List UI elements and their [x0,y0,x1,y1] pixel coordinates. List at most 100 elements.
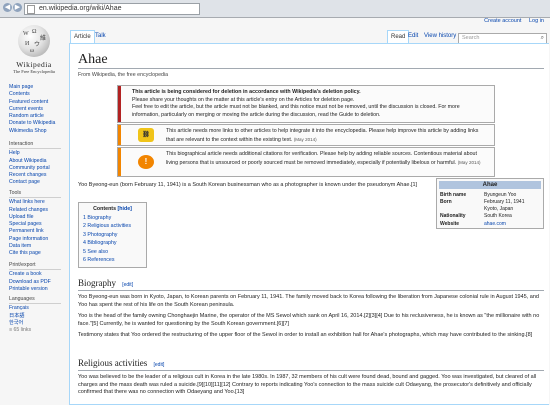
page-icon [27,5,35,14]
navigation-portal: Main page Contents Featured content Curr… [9,84,55,135]
infobox-label: Birth name [440,191,467,198]
sidebar-item-what-links-here[interactable]: What links here [9,199,61,206]
biography-paragraph-3: Testimony states that Yoo ordered the re… [78,332,533,338]
biography-paragraph-1: Yoo Byeong-eun was born in Kyoto, Japan,… [78,294,539,308]
sidebar-item-contents[interactable]: Contents [9,91,55,98]
toc-item-photography[interactable]: 3 Photography [83,231,142,240]
religious-paragraph-1: Yoo was believed to be the leader of a r… [78,374,537,395]
url-text[interactable]: en.wikipedia.org/wiki/Ahae [39,5,122,12]
biography-heading: Biography [edit] [78,278,134,288]
sidebar-item-upload-file[interactable]: Upload file [9,214,61,221]
infobox-label: Website [440,220,460,227]
log-in-link[interactable]: Log in [529,18,544,24]
biography-edit-link[interactable]: [edit] [122,282,133,288]
wikipedia-globe-icon: W Ω 維 И ウ ω [18,25,50,57]
infobox-value: South Korea [484,213,512,219]
languages-heading: Languages [9,296,61,305]
toc-item-bibliography[interactable]: 4 Bibliography [83,239,142,248]
sidebar-item-download-pdf[interactable]: Download as PDF [9,279,61,286]
links-notice-text: This article needs more links to other a… [166,128,479,143]
interaction-heading: Interaction [9,141,61,150]
infobox-label: Nationality [440,213,466,219]
links-notice: ⛓ This article needs more links to other… [117,124,495,146]
citation-stripe [118,148,121,176]
links-stripe [118,125,121,145]
language-korean[interactable]: 한국어 [9,320,61,327]
toc-item-biography[interactable]: 1 Biography [83,214,142,223]
infobox-value: February 11, 1941 Kyoto, Japan [484,199,525,212]
biography-paragraph-2: Yoo is the head of the family owning Cho… [78,313,540,327]
tools-heading: Tools [9,190,61,199]
infobox-title: Ahae [439,181,541,189]
sidebar-item-community-portal[interactable]: Community portal [9,165,61,172]
address-bar[interactable]: en.wikipedia.org/wiki/Ahae [24,3,200,15]
citation-notice-text: This biographical article needs addition… [166,151,477,166]
title-divider [78,68,544,69]
citation-notice: ! This biographical article needs additi… [117,147,495,177]
sidebar-item-contact[interactable]: Contact page [9,179,61,186]
sidebar-item-donate[interactable]: Donate to Wikipedia [9,120,55,127]
tab-talk[interactable]: Talk [92,30,109,43]
wikipedia-logo[interactable]: W Ω 維 И ウ ω Wikipedia The Free Encyclope… [10,25,58,74]
deletion-notice-line2: Please share your thoughts on the matter… [132,96,355,103]
sidebar-item-help[interactable]: Help [9,150,61,157]
more-languages-link[interactable]: ≡ 65 links [9,327,61,334]
sidebar-item-featured-content[interactable]: Featured content [9,99,55,106]
tab-article[interactable]: Article [70,30,95,44]
infobox-row: Birth name Byungeun Yoo [437,191,543,199]
sidebar-item-shop[interactable]: Wikimedia Shop [9,128,55,135]
browser-toolbar: ◀ ▶ en.wikipedia.org/wiki/Ahae [0,0,550,18]
tab-edit[interactable]: Edit [405,30,421,43]
toc-hide-button[interactable]: [hide] [118,206,132,212]
sidebar-item-page-information[interactable]: Page information [9,236,61,243]
sidebar-item-create-book[interactable]: Create a book [9,271,61,278]
toc-title: Contents [93,206,117,212]
toc-item-religious-activities[interactable]: 2 Religious activities [83,222,142,231]
infobox-value: Byungeun Yoo [484,191,517,198]
tab-view-history[interactable]: View history [421,30,459,43]
search-icon[interactable]: ⌕ [541,34,544,43]
site-subtitle: From Wikipedia, the free encyclopedia [78,72,169,78]
sidebar-item-special-pages[interactable]: Special pages [9,221,61,228]
biography-divider [78,290,544,291]
infobox-website-link[interactable]: ahae.com [481,220,543,228]
interaction-portal: Interaction Help About Wikipedia Communi… [9,141,61,187]
religious-divider [78,370,544,371]
forward-arrow-icon[interactable]: ▶ [13,3,22,12]
article-content: Ahae From Wikipedia, the free encycloped… [69,43,549,405]
infobox-table: Birth name Byungeun Yoo Born February 11… [437,191,543,228]
religious-activities-heading: Religious activities [edit] [78,358,165,368]
deletion-notice-line1: This article is being considered for del… [132,89,361,95]
infobox-row: Website ahae.com [437,220,543,228]
print-portal: Print/export Create a book Download as P… [9,262,61,293]
create-account-link[interactable]: Create account [484,18,521,24]
sidebar-item-random-article[interactable]: Random article [9,113,55,120]
language-french[interactable]: Français [9,305,61,312]
sidebar-item-main-page[interactable]: Main page [9,84,55,91]
back-arrow-icon[interactable]: ◀ [3,3,12,12]
sidebar-item-about[interactable]: About Wikipedia [9,158,61,165]
sidebar-item-data-item[interactable]: Data item [9,243,61,250]
lead-paragraph: Yoo Byeong-eun (born February 11, 1941) … [78,182,418,188]
sidebar-item-recent-changes[interactable]: Recent changes [9,172,61,179]
deletion-notice: This article is being considered for del… [117,85,495,123]
exclamation-icon: ! [138,155,154,169]
religious-edit-link[interactable]: [edit] [154,362,165,368]
sidebar-item-permanent-link[interactable]: Permanent link [9,228,61,235]
toc-item-references[interactable]: 6 References [83,256,142,265]
links-notice-date: (May 2014) [293,136,317,142]
page-title: Ahae [78,52,108,67]
toc-item-see-also[interactable]: 5 See also [83,248,142,257]
sidebar-item-printable-version[interactable]: Printable version [9,286,61,293]
sidebar-item-related-changes[interactable]: Related changes [9,207,61,214]
infobox-label: Born [440,199,452,205]
link-chain-icon: ⛓ [138,128,154,142]
print-heading: Print/export [9,262,61,271]
sidebar-item-cite-page[interactable]: Cite this page [9,250,61,257]
sidebar-item-current-events[interactable]: Current events [9,106,55,113]
language-japanese[interactable]: 日本語 [9,313,61,320]
citation-notice-date: (May 2014) [457,159,481,165]
deletion-stripe [118,86,121,122]
logo-title: Wikipedia [16,60,52,69]
deletion-notice-line3: Feel free to edit the article, but the a… [132,104,460,118]
